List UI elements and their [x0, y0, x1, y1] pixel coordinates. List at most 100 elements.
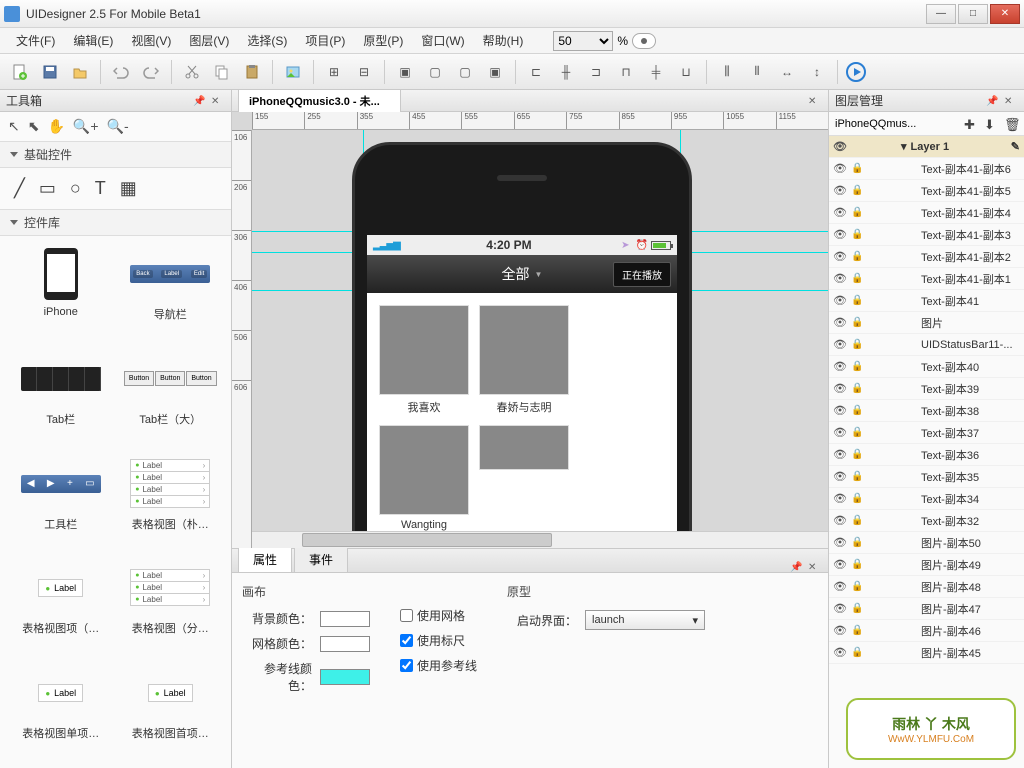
- run-button[interactable]: [846, 62, 866, 82]
- nav-title[interactable]: 全部: [502, 264, 530, 284]
- send-backward-icon[interactable]: ▢: [453, 60, 477, 84]
- menu-edit[interactable]: 编辑(E): [65, 29, 121, 52]
- bring-forward-icon[interactable]: ▢: [423, 60, 447, 84]
- now-playing-button[interactable]: 正在播放: [613, 262, 671, 287]
- save-icon[interactable]: [38, 60, 62, 84]
- pin-icon[interactable]: 📌: [193, 96, 203, 106]
- layers-pin-icon[interactable]: 📌: [986, 96, 996, 106]
- new-icon[interactable]: [8, 60, 32, 84]
- layer-item[interactable]: 👁🔒Text-副本41-副本6: [829, 158, 1024, 180]
- comp-iphone[interactable]: iPhone: [6, 242, 116, 343]
- comp-tableitem-first[interactable]: Label表格视图首项…: [116, 661, 226, 762]
- layer-item[interactable]: 👁🔒图片-副本46: [829, 620, 1024, 642]
- align-top-icon[interactable]: ⊓: [614, 60, 638, 84]
- layer-item[interactable]: 👁🔒Text-副本41-副本1: [829, 268, 1024, 290]
- comp-navbar[interactable]: BackLabelEdit导航栏: [116, 242, 226, 343]
- menu-window[interactable]: 窗口(W): [413, 29, 472, 52]
- redo-icon[interactable]: [139, 60, 163, 84]
- tab-properties[interactable]: 属性: [238, 546, 292, 572]
- zoom-select[interactable]: 50: [553, 31, 613, 51]
- minimize-button[interactable]: —: [926, 4, 956, 24]
- undo-icon[interactable]: [109, 60, 133, 84]
- layer-item[interactable]: 👁🔒Text-副本32: [829, 510, 1024, 532]
- layer-item[interactable]: 👁🔒Text-副本41-副本5: [829, 180, 1024, 202]
- layer-item[interactable]: 👁🔒Text-副本37: [829, 422, 1024, 444]
- paste-icon[interactable]: [240, 60, 264, 84]
- menu-file[interactable]: 文件(F): [8, 29, 63, 52]
- comp-tabbar-large[interactable]: ButtonButtonButtonTab栏（大）: [116, 347, 226, 448]
- layer-item[interactable]: 👁🔒Text-副本40: [829, 356, 1024, 378]
- layer-item[interactable]: 👁🔒Text-副本41-副本3: [829, 224, 1024, 246]
- pointer-tool-icon[interactable]: ↖: [8, 118, 20, 135]
- album-item[interactable]: Wangting: [379, 425, 469, 531]
- align-bottom-icon[interactable]: ⊔: [674, 60, 698, 84]
- comp-tableview-item[interactable]: Label表格视图项（…: [6, 556, 116, 657]
- group-icon[interactable]: ⊞: [322, 60, 346, 84]
- layer-item[interactable]: 👁🔒图片-副本45: [829, 642, 1024, 664]
- use-grid-checkbox[interactable]: [400, 609, 413, 622]
- layer-root[interactable]: 👁▾Layer 1✎: [829, 136, 1024, 158]
- same-height-icon[interactable]: ↕: [805, 60, 829, 84]
- menu-view[interactable]: 视图(V): [123, 29, 179, 52]
- zoom-in-icon[interactable]: 🔍+: [73, 118, 99, 135]
- layer-item[interactable]: 👁🔒Text-副本39: [829, 378, 1024, 400]
- menu-help[interactable]: 帮助(H): [475, 29, 532, 52]
- layers-close-icon[interactable]: ✕: [1004, 96, 1014, 106]
- album-item[interactable]: [479, 425, 569, 531]
- delete-layer-icon[interactable]: 🗑: [1004, 117, 1018, 131]
- basic-controls-header[interactable]: 基础控件: [0, 142, 231, 168]
- comp-tableview-grouped[interactable]: LabelLabelLabel表格视图（分…: [116, 556, 226, 657]
- bring-front-icon[interactable]: ▣: [393, 60, 417, 84]
- layer-item[interactable]: 👁🔒Text-副本41-副本4: [829, 202, 1024, 224]
- menu-project[interactable]: 项目(P): [297, 29, 353, 52]
- panel-close-icon[interactable]: ✕: [211, 96, 221, 106]
- layer-item[interactable]: 👁🔒图片-副本47: [829, 598, 1024, 620]
- tab-events[interactable]: 事件: [294, 546, 348, 572]
- dropdown-icon[interactable]: ▼: [535, 270, 543, 279]
- layer-item[interactable]: 👁🔒Text-副本38: [829, 400, 1024, 422]
- import-layer-icon[interactable]: ⬇: [984, 117, 998, 131]
- layer-item[interactable]: 👁🔒Text-副本41: [829, 290, 1024, 312]
- rect-shape-icon[interactable]: ▭: [39, 178, 56, 199]
- comp-tableitem-single[interactable]: Label表格视图单项…: [6, 661, 116, 762]
- align-center-v-icon[interactable]: ╪: [644, 60, 668, 84]
- layer-item[interactable]: 👁🔒Text-副本36: [829, 444, 1024, 466]
- layer-item[interactable]: 👁🔒Text-副本34: [829, 488, 1024, 510]
- image-icon[interactable]: [281, 60, 305, 84]
- prop-pin-icon[interactable]: 📌: [790, 562, 800, 572]
- edit-layer-icon[interactable]: ✎: [1011, 140, 1020, 153]
- design-canvas[interactable]: 15525535545555565575585595510551155 1062…: [232, 112, 828, 548]
- cut-icon[interactable]: [180, 60, 204, 84]
- same-width-icon[interactable]: ↔: [775, 60, 799, 84]
- album-item[interactable]: 春娇与志明: [479, 305, 569, 415]
- preview-icon[interactable]: [632, 33, 656, 49]
- comp-tabbar[interactable]: Tab栏: [6, 347, 116, 448]
- use-ruler-checkbox[interactable]: [400, 634, 413, 647]
- distribute-v-icon[interactable]: ⫴: [745, 60, 769, 84]
- image-shape-icon[interactable]: ▦: [120, 178, 137, 199]
- menu-layer[interactable]: 图层(V): [181, 29, 237, 52]
- grid-color-swatch[interactable]: [320, 636, 370, 652]
- comp-toolbar[interactable]: ◀▶+▭工具栏: [6, 452, 116, 553]
- align-left-icon[interactable]: ⊏: [524, 60, 548, 84]
- layer-item[interactable]: 👁🔒Text-副本35: [829, 466, 1024, 488]
- text-shape-icon[interactable]: T: [95, 178, 106, 199]
- line-shape-icon[interactable]: ╱: [14, 178, 25, 199]
- distribute-h-icon[interactable]: ⫼: [715, 60, 739, 84]
- ungroup-icon[interactable]: ⊟: [352, 60, 376, 84]
- layer-item[interactable]: 👁🔒图片-副本48: [829, 576, 1024, 598]
- copy-icon[interactable]: [210, 60, 234, 84]
- canvas-scrollbar[interactable]: [252, 531, 828, 548]
- send-back-icon[interactable]: ▣: [483, 60, 507, 84]
- layer-item[interactable]: 👁🔒图片-副本49: [829, 554, 1024, 576]
- align-center-h-icon[interactable]: ╫: [554, 60, 578, 84]
- album-item[interactable]: 我喜欢: [379, 305, 469, 415]
- menu-prototype[interactable]: 原型(P): [355, 29, 411, 52]
- add-layer-icon[interactable]: ✚: [964, 117, 978, 131]
- prop-close-icon[interactable]: ✕: [808, 562, 818, 572]
- bg-color-swatch[interactable]: [320, 611, 370, 627]
- guide-color-swatch[interactable]: [320, 669, 370, 685]
- hand-tool-icon[interactable]: ✋: [47, 118, 64, 135]
- open-icon[interactable]: [68, 60, 92, 84]
- zoom-out-icon[interactable]: 🔍-: [107, 118, 129, 135]
